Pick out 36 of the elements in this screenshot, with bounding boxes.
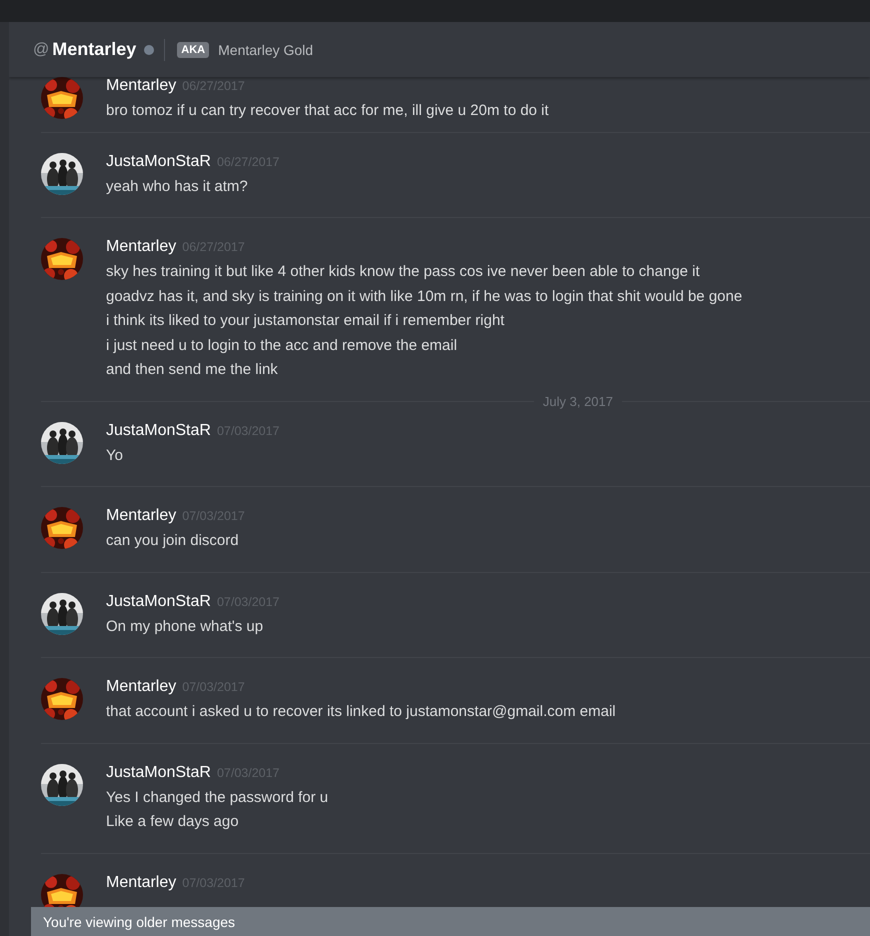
message-text: bro tomoz if u can try recover that acc for me, ill give u 20m to do it xyxy=(106,101,549,121)
aka-badge: AKA xyxy=(177,42,210,58)
message-text: goadvz has it, and sky is training on it with like 10m rn, if he was to login that shit would be gone xyxy=(106,286,742,306)
author-name[interactable]: Mentarley xyxy=(106,678,176,696)
message-text: Like a few days ago xyxy=(106,812,240,832)
author-name[interactable]: JustaMonStaR xyxy=(106,764,211,782)
at-sign: @ xyxy=(33,40,50,58)
author-name[interactable]: Mentarley xyxy=(106,874,176,892)
message-text: On my phone what's up xyxy=(106,616,264,636)
author-name[interactable]: JustaMonStaR xyxy=(106,422,211,440)
avatar xyxy=(41,152,83,194)
avatar xyxy=(41,422,83,464)
status-dot xyxy=(144,44,154,54)
avatar xyxy=(41,77,83,119)
nickname: Mentarley Gold xyxy=(218,42,314,58)
avatar xyxy=(41,592,83,634)
avatar xyxy=(41,678,83,720)
message-text: Yes I changed the password for u xyxy=(106,788,328,808)
message-text: i think its liked to your justamonstar email if i remember right xyxy=(106,311,506,331)
avatar xyxy=(41,764,83,806)
message-text: Yo xyxy=(106,446,124,466)
avatar xyxy=(41,238,83,280)
author-name[interactable]: Mentarley xyxy=(106,507,176,525)
author-name[interactable]: Mentarley xyxy=(106,77,176,95)
message-text: that account i asked u to recover its linked to justamonstar@gmail.com email xyxy=(106,702,616,722)
author-name[interactable]: JustaMonStaR xyxy=(106,152,211,170)
message-text: sky hes training it but like 4 other kids know the pass cos ive never been able to change it xyxy=(106,262,701,282)
author-name[interactable]: Mentarley xyxy=(106,238,176,256)
channel-title: Mentarley xyxy=(52,39,136,60)
message-text: can you join discord xyxy=(106,531,240,551)
message-text: yeah who has it atm? xyxy=(106,176,249,196)
author-name[interactable]: JustaMonStaR xyxy=(106,592,211,610)
message-text: i just need u to login to the acc and remove the email xyxy=(106,336,458,356)
message-text: and then send me the link xyxy=(106,360,279,380)
older-messages-bar[interactable]: You're viewing older messages xyxy=(31,907,870,936)
avatar xyxy=(41,507,83,549)
